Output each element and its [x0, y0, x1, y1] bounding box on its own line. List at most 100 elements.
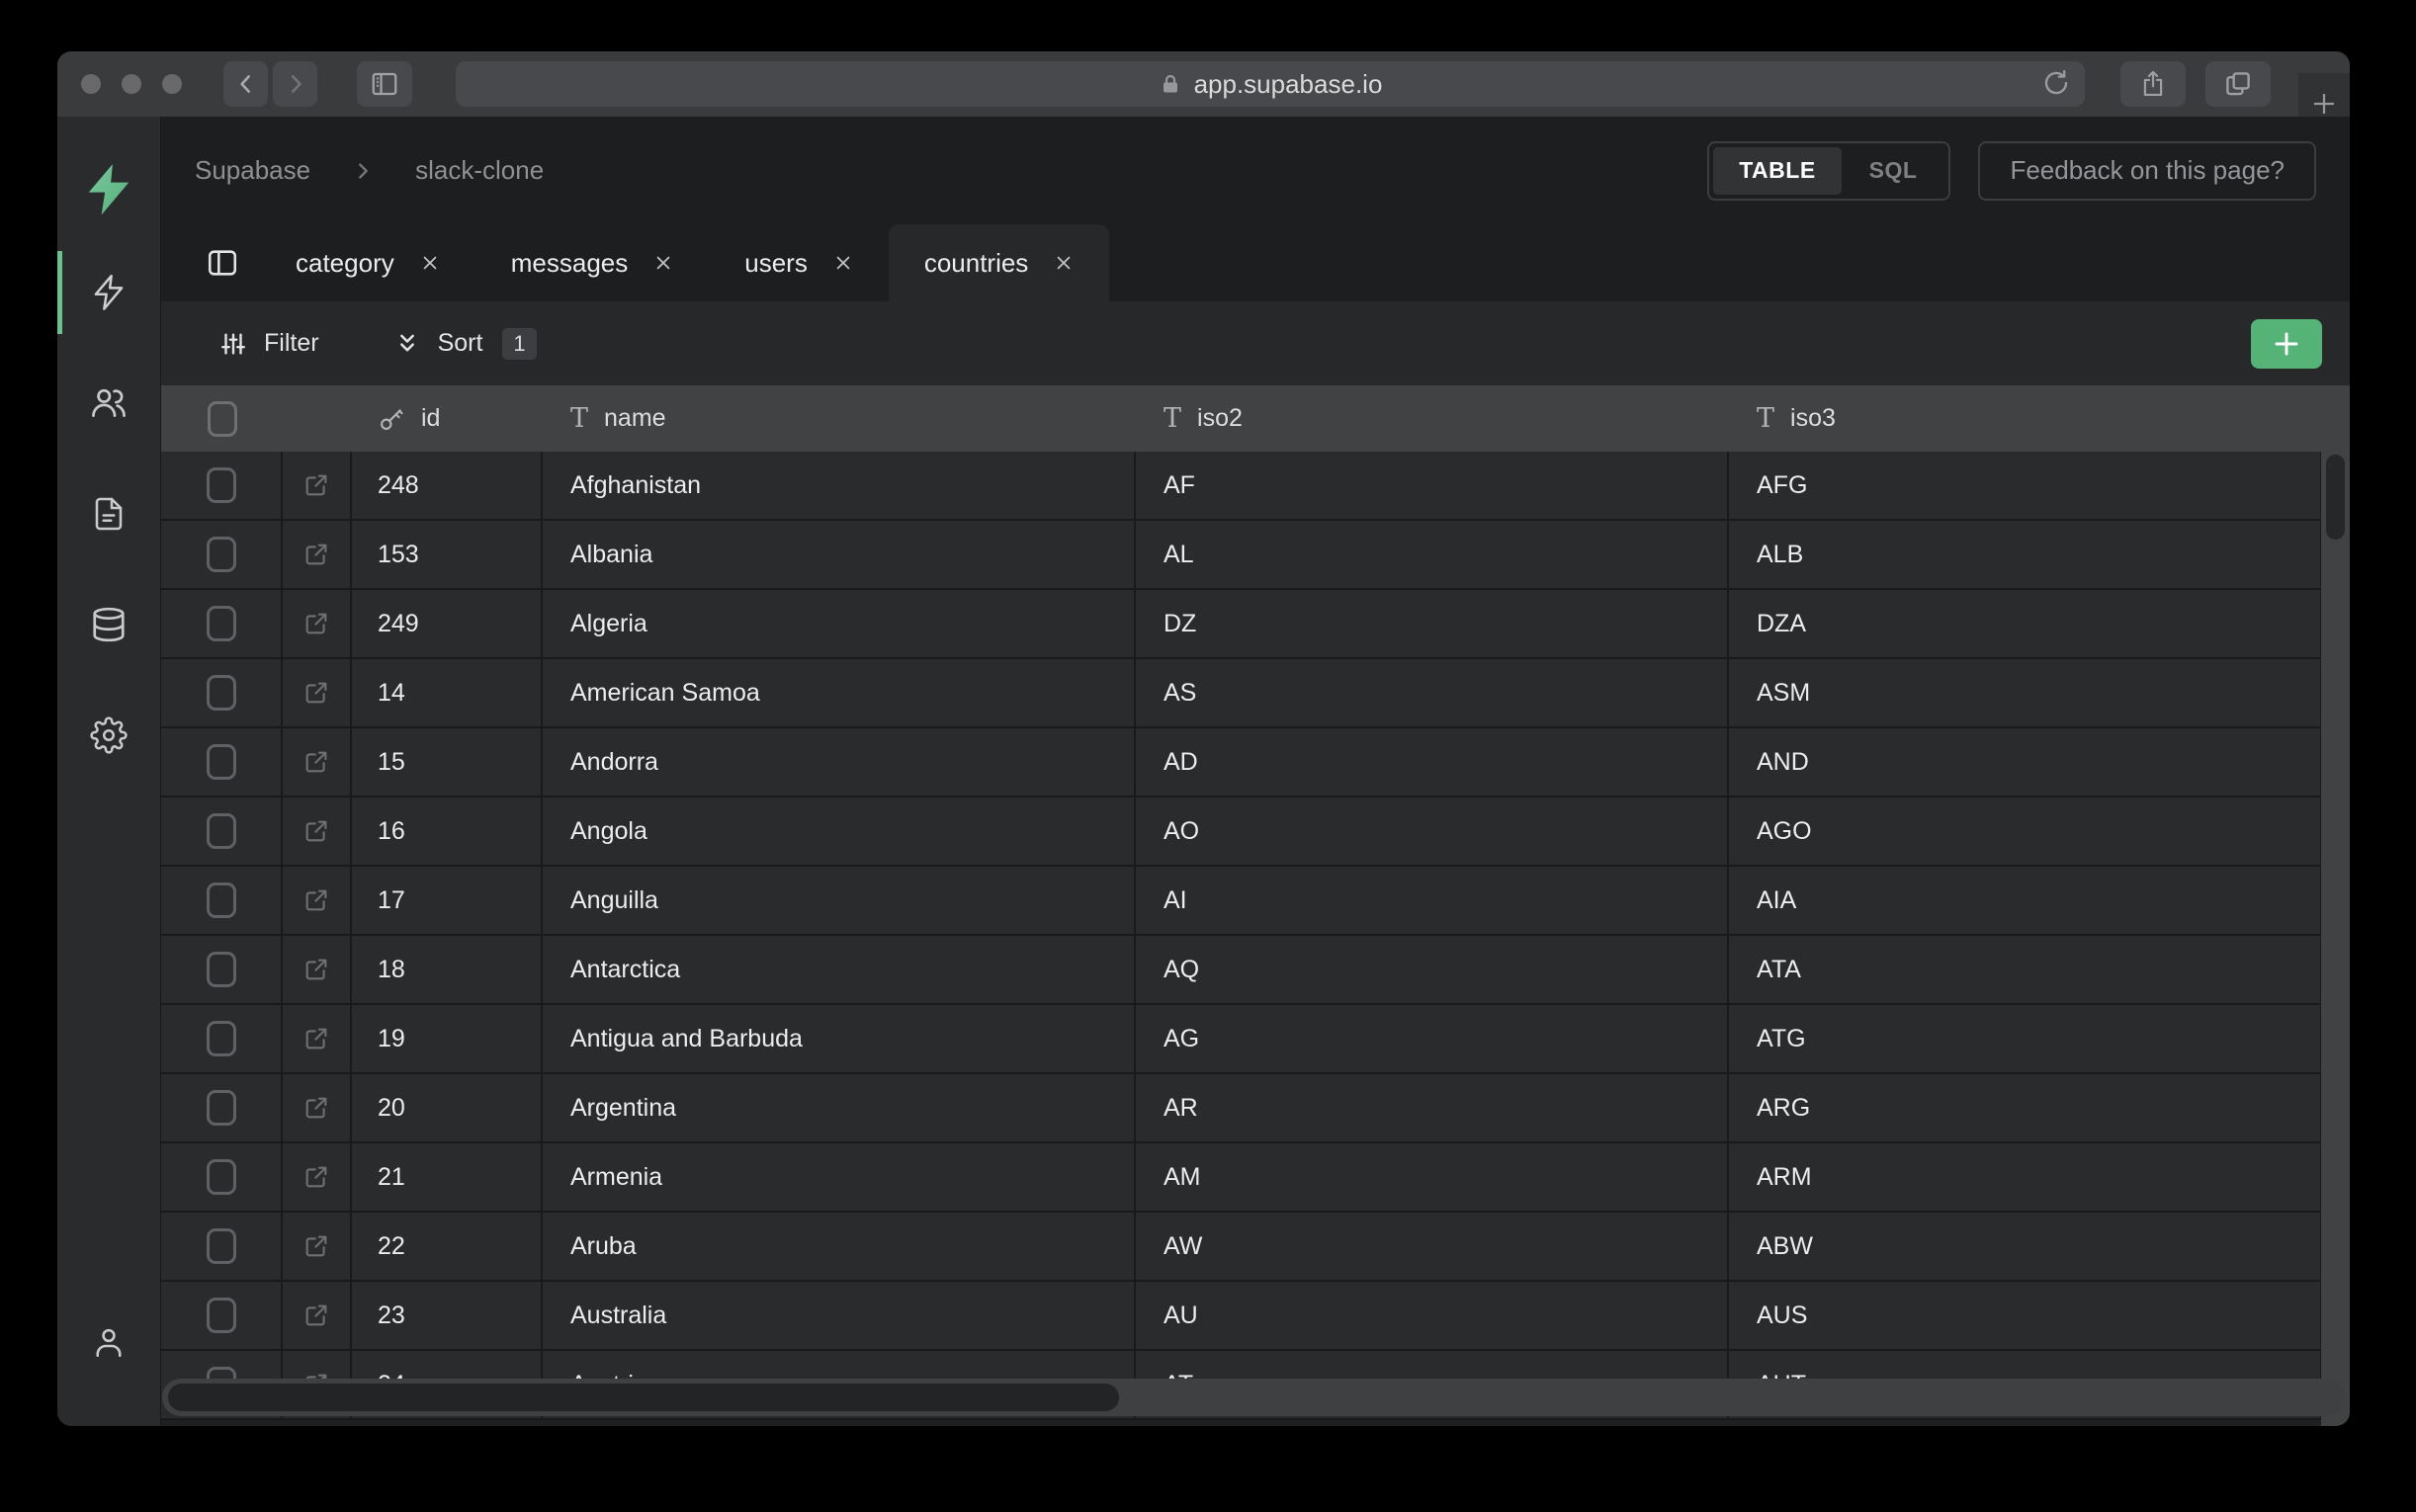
select-all-checkbox[interactable]: [161, 401, 283, 437]
add-row-button[interactable]: [2251, 319, 2322, 369]
cell-iso2[interactable]: AL: [1136, 521, 1729, 588]
cell-id[interactable]: 249: [352, 590, 543, 657]
sidebar-item-settings[interactable]: [57, 680, 160, 791]
feedback-button[interactable]: Feedback on this page?: [1978, 141, 2316, 201]
cell-name[interactable]: Angola: [543, 798, 1136, 865]
row-checkbox[interactable]: [161, 452, 283, 519]
cell-iso3[interactable]: ARM: [1729, 1143, 2322, 1211]
row-checkbox[interactable]: [161, 659, 283, 726]
cell-id[interactable]: 23: [352, 1282, 543, 1349]
expand-row-button[interactable]: [283, 1282, 352, 1349]
cell-iso2[interactable]: AQ: [1136, 936, 1729, 1003]
sidebar-item-table-editor[interactable]: [57, 237, 160, 348]
column-header-iso3[interactable]: T iso3: [1729, 404, 2322, 433]
tab-overview-button[interactable]: [2205, 61, 2271, 107]
cell-iso3[interactable]: ABW: [1729, 1213, 2322, 1280]
sidebar-item-database[interactable]: [57, 569, 160, 680]
row-checkbox[interactable]: [161, 936, 283, 1003]
horizontal-scrollbar[interactable]: [162, 1379, 2346, 1416]
sidebar-item-account[interactable]: [57, 1288, 160, 1398]
cell-iso3[interactable]: AND: [1729, 728, 2322, 796]
close-icon[interactable]: [1054, 253, 1074, 273]
expand-row-button[interactable]: [283, 798, 352, 865]
cell-id[interactable]: 16: [352, 798, 543, 865]
vertical-scrollbar[interactable]: [2321, 452, 2350, 1426]
close-icon[interactable]: [833, 253, 853, 273]
cell-name[interactable]: Antigua and Barbuda: [543, 1005, 1136, 1072]
window-minimize-button[interactable]: [122, 74, 141, 94]
vertical-scrollbar-thumb[interactable]: [2326, 455, 2345, 540]
cell-name[interactable]: American Samoa: [543, 659, 1136, 726]
cell-iso3[interactable]: AUS: [1729, 1282, 2322, 1349]
share-button[interactable]: [2120, 61, 2186, 107]
breadcrumb-org[interactable]: Supabase: [195, 155, 310, 186]
cell-name[interactable]: Aruba: [543, 1213, 1136, 1280]
expand-row-button[interactable]: [283, 659, 352, 726]
cell-iso2[interactable]: AU: [1136, 1282, 1729, 1349]
cell-iso3[interactable]: ATG: [1729, 1005, 2322, 1072]
cell-name[interactable]: Anguilla: [543, 867, 1136, 934]
row-checkbox[interactable]: [161, 521, 283, 588]
sql-view-button[interactable]: SQL: [1842, 157, 1945, 184]
expand-row-button[interactable]: [283, 1213, 352, 1280]
expand-row-button[interactable]: [283, 728, 352, 796]
window-zoom-button[interactable]: [162, 74, 182, 94]
sidebar-item-docs[interactable]: [57, 459, 160, 569]
cell-iso3[interactable]: ATA: [1729, 936, 2322, 1003]
cell-name[interactable]: Armenia: [543, 1143, 1136, 1211]
cell-name[interactable]: Antarctica: [543, 936, 1136, 1003]
cell-iso2[interactable]: AR: [1136, 1074, 1729, 1141]
expand-row-button[interactable]: [283, 521, 352, 588]
row-checkbox[interactable]: [161, 1143, 283, 1211]
tab-users[interactable]: users: [709, 224, 889, 301]
column-header-iso2[interactable]: T iso2: [1136, 404, 1729, 433]
expand-row-button[interactable]: [283, 867, 352, 934]
cell-name[interactable]: Andorra: [543, 728, 1136, 796]
cell-iso3[interactable]: ARG: [1729, 1074, 2322, 1141]
close-icon[interactable]: [653, 253, 673, 273]
column-header-name[interactable]: T name: [543, 404, 1136, 433]
window-close-button[interactable]: [81, 74, 101, 94]
cell-name[interactable]: Argentina: [543, 1074, 1136, 1141]
cell-name[interactable]: Afghanistan: [543, 452, 1136, 519]
collapse-sidebar-button[interactable]: [185, 224, 260, 301]
filter-button[interactable]: Filter: [218, 329, 319, 359]
cell-iso3[interactable]: AIA: [1729, 867, 2322, 934]
cell-iso2[interactable]: AI: [1136, 867, 1729, 934]
tab-countries[interactable]: countries: [889, 224, 1110, 301]
cell-id[interactable]: 248: [352, 452, 543, 519]
expand-row-button[interactable]: [283, 452, 352, 519]
tab-category[interactable]: category: [260, 224, 475, 301]
back-button[interactable]: [223, 61, 268, 107]
row-checkbox[interactable]: [161, 798, 283, 865]
row-checkbox[interactable]: [161, 1213, 283, 1280]
cell-iso2[interactable]: DZ: [1136, 590, 1729, 657]
forward-button[interactable]: [273, 61, 317, 107]
expand-row-button[interactable]: [283, 1143, 352, 1211]
row-checkbox[interactable]: [161, 728, 283, 796]
breadcrumb-project[interactable]: slack-clone: [415, 155, 544, 186]
cell-iso3[interactable]: ALB: [1729, 521, 2322, 588]
row-checkbox[interactable]: [161, 590, 283, 657]
reload-button[interactable]: [2041, 68, 2071, 98]
row-checkbox[interactable]: [161, 1005, 283, 1072]
cell-iso3[interactable]: DZA: [1729, 590, 2322, 657]
sidebar-item-home[interactable]: [83, 142, 134, 237]
cell-id[interactable]: 17: [352, 867, 543, 934]
cell-name[interactable]: Australia: [543, 1282, 1136, 1349]
expand-row-button[interactable]: [283, 1005, 352, 1072]
address-bar[interactable]: app.supabase.io: [456, 61, 2085, 107]
cell-iso2[interactable]: AG: [1136, 1005, 1729, 1072]
tab-messages[interactable]: messages: [475, 224, 710, 301]
cell-iso3[interactable]: AGO: [1729, 798, 2322, 865]
row-checkbox[interactable]: [161, 1282, 283, 1349]
cell-id[interactable]: 15: [352, 728, 543, 796]
cell-iso3[interactable]: AFG: [1729, 452, 2322, 519]
cell-id[interactable]: 19: [352, 1005, 543, 1072]
cell-id[interactable]: 153: [352, 521, 543, 588]
cell-iso2[interactable]: AM: [1136, 1143, 1729, 1211]
cell-id[interactable]: 21: [352, 1143, 543, 1211]
cell-iso2[interactable]: AO: [1136, 798, 1729, 865]
cell-name[interactable]: Algeria: [543, 590, 1136, 657]
cell-id[interactable]: 22: [352, 1213, 543, 1280]
